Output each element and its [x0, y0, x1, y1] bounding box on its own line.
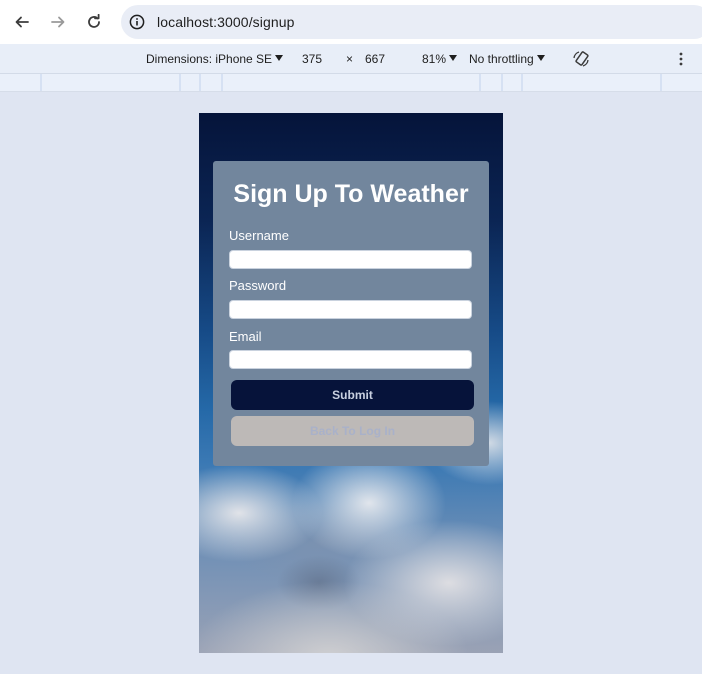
reload-icon — [88, 14, 100, 28]
caret-down-icon — [449, 55, 458, 61]
submit-button[interactable]: Submit — [231, 380, 474, 410]
reload-button[interactable] — [80, 8, 108, 36]
password-field[interactable] — [229, 300, 472, 319]
page-title: Sign Up To Weather — [233, 180, 469, 208]
ruler-tick — [479, 74, 481, 91]
email-label: Email — [229, 329, 262, 344]
arrow-left-icon — [15, 16, 29, 28]
signup-card: Sign Up To Weather Username Password Ema… — [213, 161, 489, 466]
throttling-dropdown[interactable]: No throttling — [469, 52, 545, 66]
browser-toolbar: localhost:3000/signup — [0, 0, 702, 44]
username-label: Username — [229, 228, 289, 243]
device-toolbar: Dimensions: iPhone SE 375 × 667 81% No t… — [0, 44, 702, 74]
ruler-tick — [179, 74, 181, 91]
password-label: Password — [229, 278, 287, 293]
height-input[interactable]: 667 — [365, 52, 385, 66]
arrow-right-icon — [51, 16, 65, 28]
username-field[interactable] — [229, 250, 472, 269]
ruler-tick — [660, 74, 662, 91]
email-field[interactable] — [229, 350, 472, 369]
more-vertical-icon[interactable] — [676, 51, 686, 67]
caret-down-icon — [536, 55, 545, 61]
throttling-label: No throttling — [469, 52, 534, 66]
dimensions-label: Dimensions: iPhone SE — [146, 52, 273, 66]
ruler-tick — [199, 74, 201, 91]
zoom-dropdown[interactable]: 81% — [422, 52, 458, 66]
zoom-label: 81% — [422, 52, 447, 66]
back-to-login-button[interactable]: Back To Log In — [231, 416, 474, 446]
ruler-tick — [521, 74, 523, 91]
media-query-ruler — [0, 74, 702, 92]
forward-button[interactable] — [44, 8, 72, 36]
device-viewport: Sign Up To Weather Username Password Ema… — [199, 113, 503, 653]
url-text: localhost:3000/signup — [157, 14, 295, 30]
caret-down-icon — [275, 55, 284, 61]
ruler-tick — [501, 74, 503, 91]
back-button[interactable] — [8, 8, 36, 36]
info-icon[interactable] — [129, 14, 145, 30]
times-sign: × — [346, 52, 354, 66]
ruler-tick — [221, 74, 223, 91]
rotate-icon[interactable] — [571, 49, 591, 69]
ruler-tick — [40, 74, 42, 91]
width-input[interactable]: 375 — [302, 52, 322, 66]
address-bar[interactable]: localhost:3000/signup — [121, 5, 702, 39]
dimensions-dropdown[interactable]: Dimensions: iPhone SE — [146, 52, 284, 66]
